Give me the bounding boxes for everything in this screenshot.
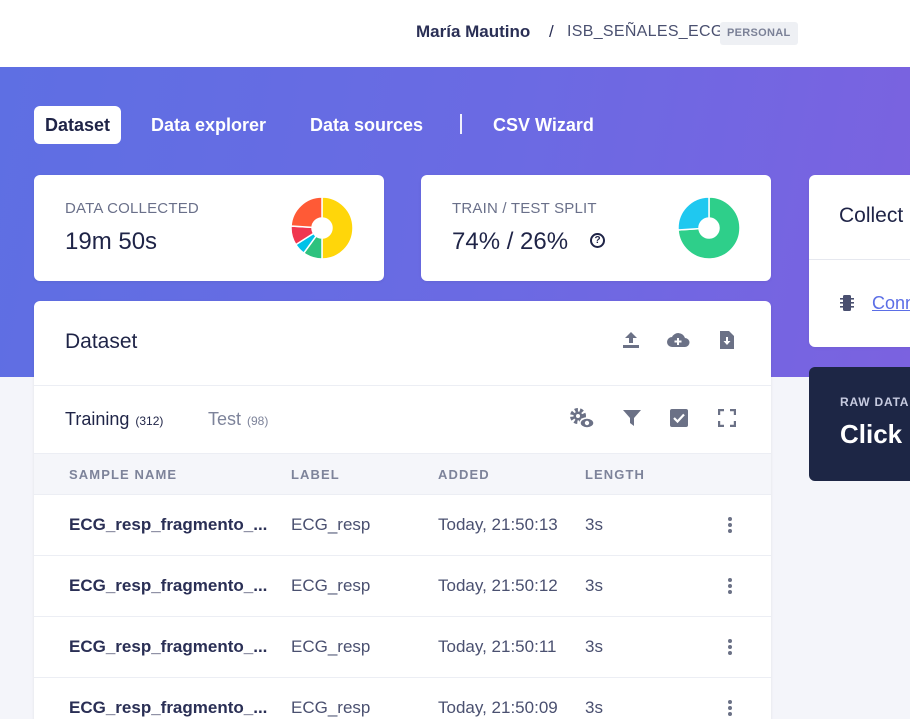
sample-length: 3s	[585, 698, 603, 717]
sample-added: Today, 21:50:13	[438, 515, 558, 534]
subtab-test-count: (98)	[247, 414, 269, 428]
sample-length: 3s	[585, 576, 603, 595]
more-options-icon[interactable]	[728, 578, 732, 594]
data-collected-value: 19m 50s	[65, 228, 158, 255]
cloud-plus-icon	[667, 333, 690, 347]
sample-length: 3s	[585, 637, 603, 656]
filter-button[interactable]	[620, 406, 644, 430]
train-test-split-value: 74% / 26%	[452, 228, 569, 255]
sample-added: Today, 21:50:09	[438, 698, 558, 717]
checkbox-icon	[670, 409, 688, 427]
sample-label: ECG_resp	[291, 576, 371, 595]
collect-data-card	[809, 175, 910, 347]
cloud-upload-button[interactable]	[666, 328, 690, 352]
tab-data-sources[interactable]: Data sources	[310, 106, 423, 144]
column-added[interactable]: ADDED	[438, 467, 490, 482]
table-row[interactable]: ECG_resp_fragmento_... ECG_resp Today, 2…	[34, 495, 771, 556]
raw-data-card: RAW DATA Click on	[809, 367, 910, 481]
more-options-icon[interactable]	[728, 517, 732, 533]
more-options-icon[interactable]	[728, 639, 732, 655]
more-options-icon[interactable]	[728, 700, 732, 716]
sample-length: 3s	[585, 515, 603, 534]
collect-data-title: Collect	[839, 204, 904, 227]
labels-donut-slices	[290, 196, 354, 260]
column-label[interactable]: LABEL	[291, 467, 340, 482]
split-donut-chart	[677, 196, 741, 260]
subtab-training[interactable]: Training (312)	[65, 409, 163, 430]
table-row[interactable]: ECG_resp_fragmento_... ECG_resp Today, 2…	[34, 617, 771, 678]
subtab-test[interactable]: Test (98)	[208, 409, 268, 430]
train-test-split-card: TRAIN / TEST SPLIT 74% / 26% ?	[421, 175, 771, 281]
breadcrumb-separator: /	[549, 22, 554, 41]
column-sample-name[interactable]: SAMPLE NAME	[69, 467, 177, 482]
tab-divider	[460, 114, 462, 134]
sample-name[interactable]: ECG_resp_fragmento_...	[69, 637, 274, 657]
tab-dataset[interactable]: Dataset	[34, 106, 122, 144]
data-collected-label: DATA COLLECTED	[65, 200, 199, 217]
donut1-slice-0	[321, 196, 354, 260]
column-length[interactable]: LENGTH	[585, 467, 645, 482]
sample-name[interactable]: ECG_resp_fragmento_...	[69, 515, 274, 535]
help-icon[interactable]: ?	[590, 233, 605, 248]
labels-donut-chart	[290, 196, 354, 260]
dataset-panel: Dataset Training (312) Test (98) SAMPLE …	[34, 301, 771, 719]
sample-name[interactable]: ECG_resp_fragmento_...	[69, 576, 274, 596]
gear-eye-icon	[570, 408, 595, 429]
split-donut-slices	[677, 196, 741, 260]
file-download-icon	[720, 331, 734, 349]
raw-data-hint: Click on	[840, 419, 910, 449]
table-row[interactable]: ECG_resp_fragmento_... ECG_resp Today, 2…	[34, 678, 771, 719]
train-test-split-label: TRAIN / TEST SPLIT	[452, 200, 597, 217]
download-button[interactable]	[715, 328, 739, 352]
device-chip-icon	[840, 295, 854, 311]
sample-label: ECG_resp	[291, 698, 371, 717]
top-bar: María Mautino / ISB_SEÑALES_ECG PERSONAL	[0, 0, 910, 67]
table-header: SAMPLE NAME LABEL ADDED LENGTH	[34, 453, 771, 495]
breadcrumb-user[interactable]: María Mautino	[416, 22, 530, 42]
connect-device-link[interactable]: Conn	[872, 293, 910, 314]
expand-button[interactable]	[715, 406, 739, 430]
sample-label: ECG_resp	[291, 637, 371, 656]
expand-icon	[718, 409, 736, 427]
sample-label: ECG_resp	[291, 515, 371, 534]
select-button[interactable]	[667, 406, 691, 430]
upload-button[interactable]	[619, 328, 643, 352]
data-collected-card: DATA COLLECTED 19m 50s	[34, 175, 384, 281]
project-type-badge: PERSONAL	[720, 22, 798, 45]
dataset-panel-title: Dataset	[65, 330, 138, 353]
filter-icon	[623, 410, 641, 426]
upload-icon	[623, 332, 639, 348]
collect-divider	[809, 259, 910, 260]
panel-header-divider	[34, 385, 771, 386]
subtab-training-label: Training	[65, 409, 130, 429]
table-row[interactable]: ECG_resp_fragmento_... ECG_resp Today, 2…	[34, 556, 771, 617]
view-settings-button[interactable]	[567, 406, 597, 430]
breadcrumb-project[interactable]: ISB_SEÑALES_ECG	[567, 23, 724, 41]
donut2-slice-1	[677, 196, 710, 231]
sample-added: Today, 21:50:11	[438, 637, 557, 656]
sample-name[interactable]: ECG_resp_fragmento_...	[69, 698, 274, 718]
donut1-slice-4	[290, 196, 323, 229]
tab-csv-wizard[interactable]: CSV Wizard	[493, 106, 594, 144]
tab-data-explorer[interactable]: Data explorer	[151, 106, 266, 144]
sample-added: Today, 21:50:12	[438, 576, 558, 595]
subtab-test-label: Test	[208, 409, 242, 429]
subtab-training-count: (312)	[135, 414, 164, 428]
raw-data-label: RAW DATA	[840, 395, 910, 409]
